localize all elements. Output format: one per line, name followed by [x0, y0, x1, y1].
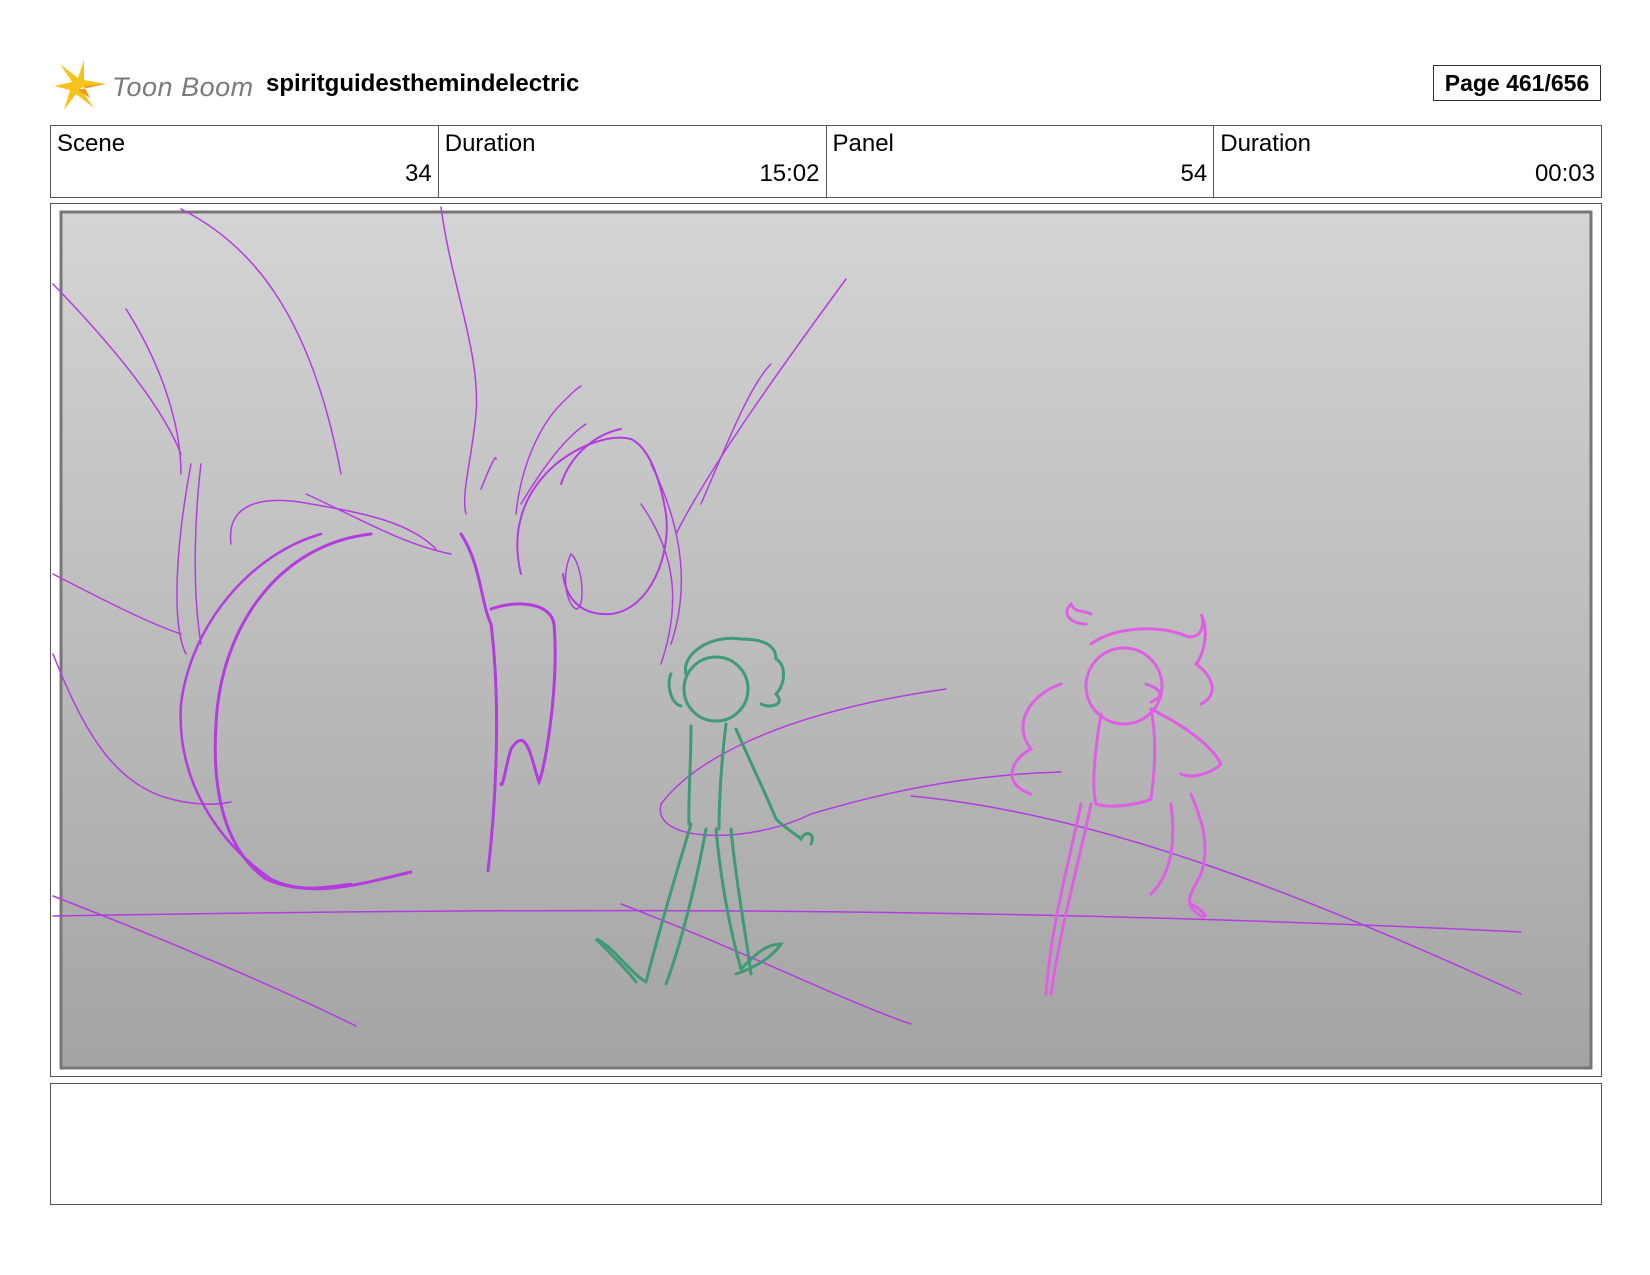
star-burst-icon: [54, 60, 106, 110]
logo-wordmark: Toon Boom: [112, 72, 254, 102]
scene-duration-value: 15:02: [759, 160, 820, 187]
scene-cell: Scene 34: [51, 126, 439, 197]
project-title: spiritguidesthemindelectric: [266, 70, 580, 97]
panel-sketch: [51, 204, 1601, 1076]
page-indicator: Page 461/656: [1433, 65, 1601, 101]
scene-label: Scene: [57, 130, 126, 157]
panel-duration-label: Duration: [1220, 130, 1311, 157]
panel-notes: [50, 1083, 1602, 1205]
scene-value: 34: [405, 160, 432, 187]
page-header: Toon Boom spiritguidesthemindelectric Pa…: [50, 52, 1602, 116]
scene-duration-cell: Duration 15:02: [439, 126, 827, 197]
panel-duration-cell: Duration 00:03: [1214, 126, 1601, 197]
panel-background: [59, 210, 1593, 1070]
storyboard-panel: [50, 203, 1602, 1077]
panel-label: Panel: [832, 130, 894, 157]
panel-value: 54: [1180, 160, 1208, 187]
toon-boom-logo: Toon Boom: [54, 58, 254, 116]
panel-cell: Panel 54: [827, 126, 1215, 197]
scene-info-table: Scene 34 Duration 15:02 Panel 54 Duratio…: [50, 125, 1602, 198]
scene-duration-label: Duration: [444, 130, 536, 157]
panel-duration-value: 00:03: [1534, 160, 1595, 187]
